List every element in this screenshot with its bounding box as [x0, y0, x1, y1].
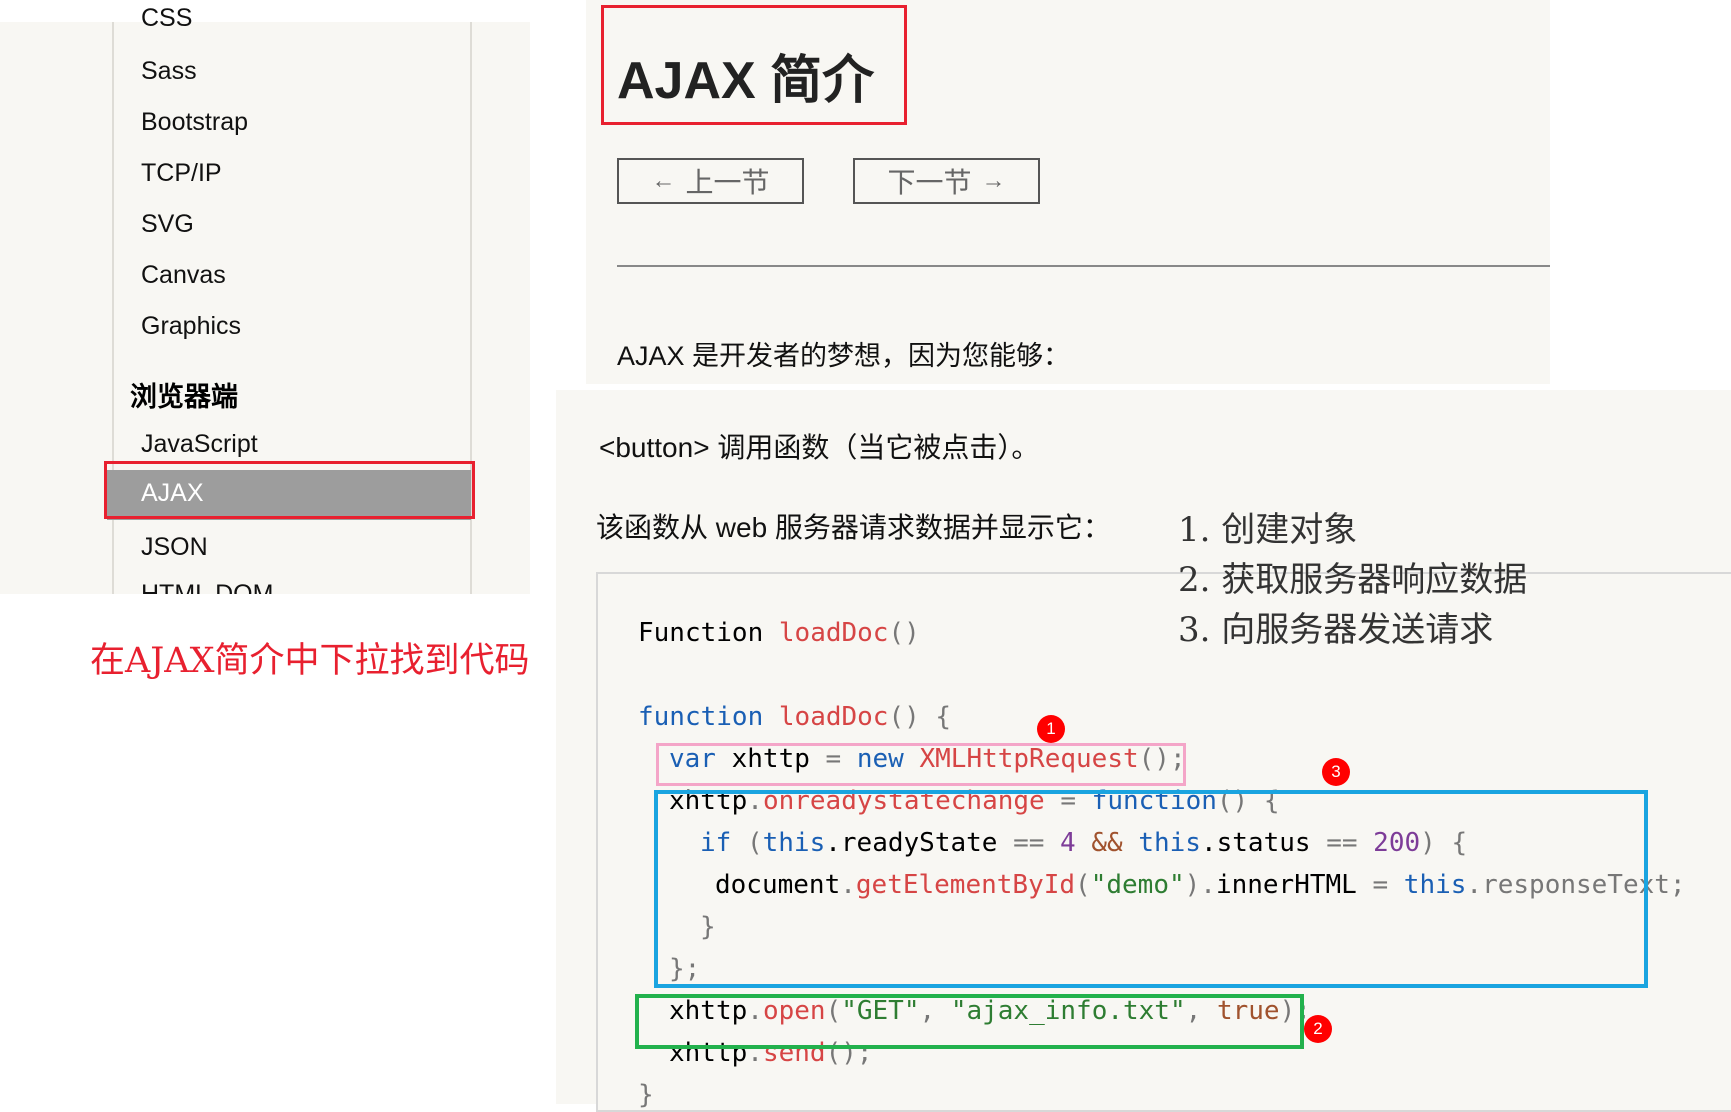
function-description: 该函数从 web 服务器请求数据并显示它：: [596, 512, 1111, 543]
sidebar-item-sass[interactable]: Sass: [141, 57, 197, 86]
highlight-ajax-nav: [104, 461, 475, 519]
arrow-right-icon: →: [981, 167, 1006, 194]
highlight-create-object: [656, 743, 1186, 786]
page-title: AJAX 简介: [617, 52, 875, 110]
annotation-caption: 在AJAX简介中下拉找到代码: [90, 641, 530, 681]
arrow-left-icon: ←: [651, 167, 676, 194]
list-item: <button> 调用函数（当它被点击）。: [599, 432, 1040, 463]
next-section-label: 下一节: [887, 167, 972, 198]
sidebar-item-bootstrap[interactable]: Bootstrap: [141, 108, 248, 137]
sidebar-heading-browser: 浏览器端: [130, 382, 238, 412]
highlight-send-request: [635, 994, 1304, 1049]
code-token: loadDoc: [778, 618, 889, 648]
annotation-step-1: 1. 创建对象: [1178, 510, 1358, 550]
highlight-response-handler: [654, 790, 1648, 988]
intro-text: AJAX 是开发者的梦想，因为您能够：: [617, 341, 1071, 371]
sidebar-item-svg[interactable]: SVG: [141, 210, 194, 239]
code-token: (): [888, 618, 920, 648]
code-line-10: }: [638, 1080, 654, 1110]
code-token: Function: [638, 618, 764, 648]
prev-section-button[interactable]: ← 上一节: [617, 158, 804, 204]
sidebar-item-json[interactable]: JSON: [141, 533, 208, 562]
annotation-steps: 1. 创建对象 2. 获取服务器响应数据 3. 向服务器发送请求: [1178, 505, 1527, 655]
annotation-step-3: 3. 向服务器发送请求: [1178, 610, 1494, 650]
code-line-1: function loadDoc() {: [638, 702, 952, 732]
sidebar-item-graphics[interactable]: Graphics: [141, 312, 241, 341]
sidebar-item-javascript[interactable]: JavaScript: [141, 430, 258, 459]
content-divider: [617, 265, 1550, 267]
code-header-line: Function loadDoc(): [638, 618, 920, 648]
annotation-step-2: 2. 获取服务器响应数据: [1178, 560, 1528, 600]
next-section-button[interactable]: 下一节 →: [853, 158, 1040, 204]
badge-3: 3: [1322, 758, 1350, 786]
sidebar-item-css[interactable]: CSS: [141, 4, 192, 28]
sidebar-item-canvas[interactable]: Canvas: [141, 261, 226, 290]
prev-section-label: 上一节: [685, 167, 770, 198]
badge-1: 1: [1037, 715, 1065, 743]
sidebar-item-html-dom[interactable]: HTML DOM: [141, 580, 273, 594]
badge-2: 2: [1304, 1015, 1332, 1043]
gap-patch: [530, 108, 586, 384]
sidebar-item-tcpip[interactable]: TCP/IP: [141, 159, 222, 188]
